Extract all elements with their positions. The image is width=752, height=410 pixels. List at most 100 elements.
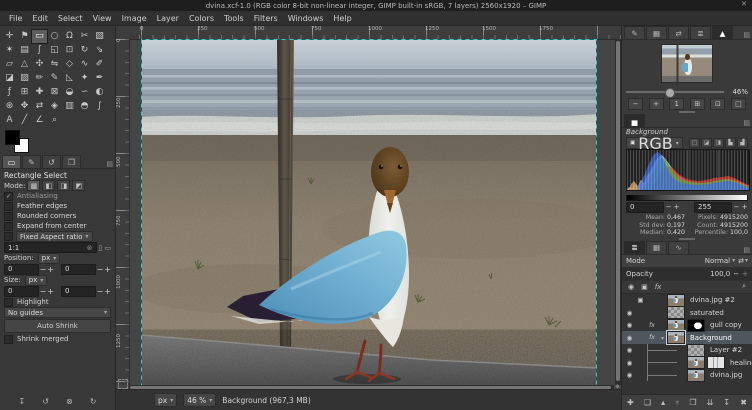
menu-item[interactable]: Select <box>53 13 88 24</box>
fixed-aspect-dropdown[interactable]: Fixed Aspect ratio ▾ <box>16 231 93 242</box>
position-y-input[interactable]: 0 <box>61 264 96 275</box>
increment-button[interactable]: + <box>47 287 54 296</box>
tab-paintbrush[interactable]: ✎ <box>624 26 645 39</box>
fx-icon[interactable]: fx <box>655 283 662 291</box>
delete-layer-button[interactable]: ✖ <box>740 398 747 407</box>
tool-fuzzy-select-button[interactable]: ✶ <box>2 44 17 57</box>
tab-patterns[interactable]: ▦ <box>646 26 667 39</box>
histogram-all-channels-button[interactable]: □ <box>689 138 700 148</box>
tool-gegl-button[interactable]: ◈ <box>47 100 62 113</box>
layer-thumbnail[interactable] <box>687 369 705 382</box>
range-high-input[interactable]: 255 <box>694 202 732 213</box>
linear-histogram-button[interactable]: ▙ <box>725 138 736 148</box>
tool-angle-button[interactable]: ∠ <box>32 114 47 127</box>
tool-scissors-select-button[interactable]: ✂ <box>77 30 92 43</box>
tool-free-select-button[interactable]: Ω <box>62 30 77 43</box>
tool-crop-button[interactable]: ◱ <box>47 44 62 57</box>
shrink-wrap-button[interactable]: □ <box>731 98 746 110</box>
log-histogram-button[interactable]: ▟ <box>737 138 748 148</box>
anchor-layer-button[interactable]: ↧ <box>723 398 730 407</box>
unit-dropdown[interactable]: px ▾ <box>154 393 177 407</box>
tool-threshold-button[interactable]: ◓ <box>77 100 92 113</box>
decrement-button[interactable]: − <box>665 203 672 211</box>
lower-layer-button[interactable]: ▾ <box>675 398 679 407</box>
new-layer-button[interactable]: ✚ <box>627 398 634 407</box>
expander-cell[interactable]: ▾ <box>658 296 667 304</box>
size-y-input[interactable]: 0 <box>61 286 96 297</box>
tab-channels[interactable]: ▦ <box>646 241 667 254</box>
restore-preset-button[interactable]: ↺ <box>42 397 49 406</box>
panel-menu-icon[interactable]: ▤ <box>743 119 750 127</box>
zoom-fit-button[interactable]: ⊞ <box>690 98 705 110</box>
zoom-slider[interactable] <box>626 91 724 93</box>
increment-button[interactable]: + <box>104 265 111 274</box>
size-x-input[interactable]: 0 <box>4 286 39 297</box>
tool-n-point-button[interactable]: ✥ <box>17 100 32 113</box>
tab-tool-presets[interactable]: ⇄ <box>668 26 689 39</box>
layer-thumbnail[interactable] <box>667 319 685 332</box>
raise-layer-button[interactable]: ▴ <box>661 398 665 407</box>
tool-airbrush-button[interactable]: ✦ <box>77 72 92 85</box>
tool-rectangle-select-button[interactable]: ▭ <box>32 30 47 43</box>
increment-button[interactable]: + <box>741 203 748 211</box>
tool-flip-button[interactable]: ⇋ <box>47 58 62 71</box>
layer-name[interactable]: gull copy <box>710 321 742 329</box>
tool-perspective-clone-button[interactable]: ⊠ <box>47 86 62 99</box>
visibility-toggle[interactable]: ◉ <box>624 359 635 367</box>
landscape-icon[interactable]: ▭ <box>104 244 111 252</box>
layer-opacity-row[interactable]: Opacity 100,0 − + <box>622 268 752 281</box>
expander-cell[interactable]: ▾ <box>658 334 667 342</box>
clear-icon[interactable]: ⊗ <box>87 244 93 252</box>
menu-item[interactable]: Windows <box>283 13 329 24</box>
zoom-fill-button[interactable]: ⊡ <box>710 98 725 110</box>
visibility-toggle[interactable]: ◉ <box>624 296 635 304</box>
tab-paths[interactable]: ∿ <box>668 241 689 254</box>
layer-thumbnail[interactable] <box>667 294 685 307</box>
reset-tool-button[interactable]: ↻ <box>90 397 97 406</box>
menu-item[interactable]: File <box>4 13 27 24</box>
image-view[interactable] <box>141 39 597 389</box>
tool-scale-button[interactable]: ⇘ <box>92 44 107 57</box>
tab-tool-options[interactable]: ▭ <box>2 155 21 168</box>
option-checkbox[interactable]: ✓ Rounded corners <box>4 211 111 221</box>
histogram-pencil-button[interactable]: ◪ <box>701 138 712 148</box>
mode-dropdown[interactable]: Normal ▾ <box>705 257 735 265</box>
tab-images[interactable]: ❐ <box>62 155 81 168</box>
layer-mask-thumbnail[interactable] <box>687 319 705 332</box>
option-checkbox[interactable]: ✓ Expand from center <box>4 221 111 231</box>
tool-unified-transform-button[interactable]: ⊡ <box>62 44 77 57</box>
increment-button[interactable]: + <box>47 265 54 274</box>
layer-row[interactable]: ◉ ▣ fx ▾ dvina.jpg #2 <box>622 294 752 307</box>
tab-histogram[interactable]: ▅ <box>624 114 645 127</box>
decrement-button[interactable]: − <box>40 265 47 274</box>
expander-cell[interactable]: ▾ <box>658 309 667 317</box>
panel-menu-icon[interactable]: ▤ <box>743 246 750 254</box>
mode-subtract-button[interactable]: ◨ <box>57 180 70 191</box>
tab-layers[interactable]: ≣ <box>624 241 645 254</box>
foreground-color-swatch[interactable] <box>5 130 20 145</box>
layer-mask-thumbnail[interactable] <box>707 356 725 369</box>
mode-intersect-button[interactable]: ◩ <box>72 180 85 191</box>
close-icon[interactable]: ✕ <box>741 0 747 8</box>
decrement-button[interactable]: − <box>40 287 47 296</box>
tool-move-button[interactable]: ✛ <box>2 30 17 43</box>
tool-warp-button[interactable]: ∿ <box>77 58 92 71</box>
decrement-button[interactable]: − <box>97 287 104 296</box>
tool-align-button[interactable]: ⚑ <box>17 30 32 43</box>
zoom-in-button[interactable]: + <box>649 98 664 110</box>
layer-name[interactable]: Layer #2 <box>710 346 742 354</box>
new-group-button[interactable]: ❏ <box>644 398 651 407</box>
eye-icon[interactable]: ◉ <box>628 283 634 291</box>
tool-bucket-fill-button[interactable]: ◪ <box>2 72 17 85</box>
panel-menu-icon[interactable]: ▤ <box>106 160 113 168</box>
tool-posterize-button[interactable]: ▥ <box>62 100 77 113</box>
layer-thumbnail[interactable] <box>667 306 685 319</box>
tab-document-history[interactable]: ≣ <box>690 26 711 39</box>
tool-eraser-button[interactable]: ◺ <box>62 72 77 85</box>
tool-dodge-burn-button[interactable]: ◐ <box>92 86 107 99</box>
navigation-thumbnail[interactable] <box>661 44 713 83</box>
tool-clone-button[interactable]: ⊞ <box>17 86 32 99</box>
tool-measure-button[interactable]: ╱ <box>17 114 32 127</box>
tool-mypaint-brush-button[interactable]: ƒ <box>2 86 17 99</box>
layer-row[interactable]: ◉ ▣ fx ▾ Layer #2 <box>622 344 752 357</box>
